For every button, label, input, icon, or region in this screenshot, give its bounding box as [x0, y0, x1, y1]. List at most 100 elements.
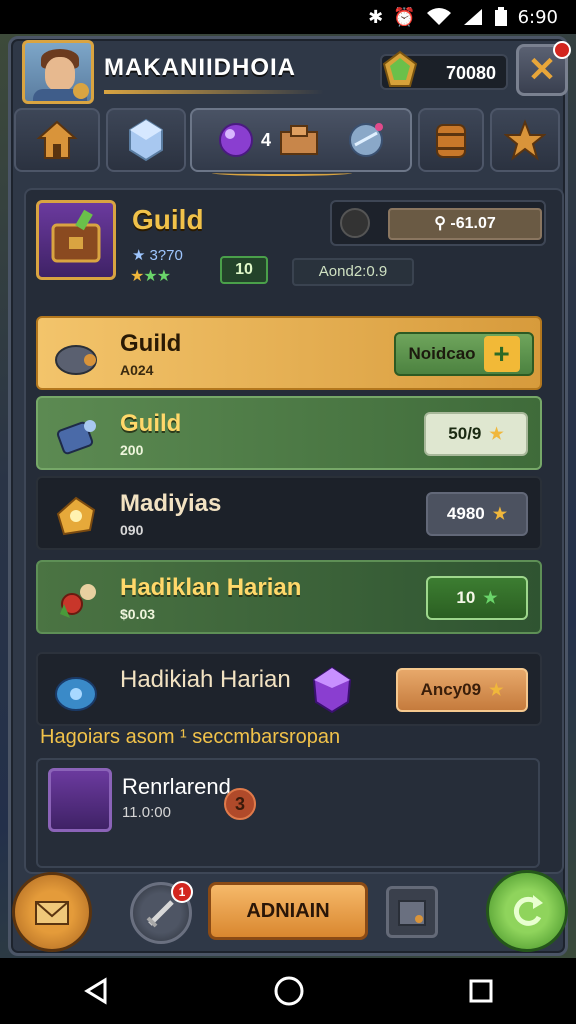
reward-title: Renrlarend — [122, 774, 231, 799]
plus-icon: + — [483, 336, 520, 372]
star-icon: ★ — [130, 268, 144, 285]
star-icon: ★ — [156, 268, 171, 285]
alarm-icon: ⏰ — [393, 6, 416, 28]
row-action-label: 10 — [456, 588, 476, 607]
list-item[interactable]: Hadikiah Harian Ancy09 ★ — [36, 652, 542, 726]
quest-button[interactable] — [12, 872, 92, 952]
amethyst-icon — [312, 666, 352, 714]
reward-card[interactable]: Renrlarend 11.0:00 3 — [36, 758, 540, 868]
cannon-icon — [55, 345, 97, 375]
player-avatar[interactable] — [22, 40, 94, 104]
bag-icon — [398, 900, 426, 926]
list-item[interactable]: Guild 200 50/9 ★ — [36, 396, 542, 470]
star-icon: ★ — [489, 682, 504, 699]
android-nav-bar — [0, 958, 576, 1024]
blue-orb-icon — [55, 677, 97, 711]
guild-sub-info: Aond2:0.9 — [292, 258, 414, 286]
player-name: MAKANIIDHOIA — [104, 54, 296, 81]
crystal-icon — [129, 118, 163, 162]
header: MAKANIIDHOIA 70080 ✕ — [12, 36, 571, 104]
reward-badge: 3 — [224, 788, 256, 820]
rose-bouquet-icon — [60, 584, 96, 618]
guild-timer-bar[interactable]: ⚲ -61.07 — [388, 208, 542, 240]
row-title: Guild — [120, 330, 182, 357]
row-sub: $0.03 — [120, 606, 156, 622]
reward-sub: 11.0:00 — [122, 804, 171, 821]
guild-timer-value: -61.07 — [450, 215, 496, 232]
section-label: Hagoiars asom ¹ seccmbarsropan — [40, 726, 341, 748]
signal-icon — [463, 9, 482, 25]
star-icon — [504, 119, 546, 161]
wifi-icon — [426, 8, 451, 25]
row-action-label: Ancy09 — [420, 680, 482, 699]
envelope-icon — [35, 901, 69, 925]
recents-icon[interactable] — [467, 977, 495, 1005]
back-icon[interactable] — [81, 976, 111, 1006]
tab-item-count: 4 — [260, 129, 271, 150]
active-tab-indicator — [212, 170, 352, 176]
clock-icon — [340, 208, 370, 238]
main-action-button[interactable]: ADNIAIN — [208, 882, 368, 940]
guild-title: Guild — [132, 204, 204, 235]
tab-crystal[interactable] — [106, 108, 186, 172]
blue-cannon-icon — [56, 420, 96, 455]
star-icon: ★ — [143, 268, 157, 285]
tab-bar: 4 — [12, 106, 564, 178]
list-item[interactable]: Hadiklan Harian $0.03 10 ★ — [36, 560, 542, 634]
barrel-icon — [436, 124, 466, 158]
guild-level-badge: 10 — [220, 256, 268, 284]
blue-star-icon: ★ — [132, 247, 146, 264]
row-action-button[interactable]: 4980 ★ — [426, 492, 528, 536]
guild-header: Guild ★ 3?70 ★★★ 10 ⚲ -61.07 Aond2:0.9 — [30, 196, 556, 294]
tab-barrel[interactable] — [418, 108, 484, 172]
inventory-button[interactable] — [386, 886, 438, 938]
star-icon: ★ — [483, 590, 498, 607]
green-gem-icon — [382, 50, 418, 87]
avatar-badge-icon — [73, 83, 89, 99]
bluetooth-icon: ✱ — [368, 6, 384, 28]
row-action-label: 50/9 — [448, 424, 482, 443]
star-icon: ★ — [489, 426, 504, 443]
gold-ticket-icon — [56, 496, 96, 536]
battle-button[interactable]: 1 — [130, 881, 193, 944]
close-notification-dot — [553, 41, 571, 59]
guild-emblem[interactable] — [36, 200, 116, 280]
home-nav-icon[interactable] — [273, 975, 305, 1007]
row-title: Guild — [120, 410, 182, 437]
torch-icon: ⚲ — [434, 215, 446, 232]
battery-icon — [494, 7, 507, 26]
star-icon: ★ — [492, 506, 508, 523]
tab-star[interactable] — [490, 108, 560, 172]
currency-value: 70080 — [445, 63, 496, 83]
refresh-button[interactable] — [486, 870, 568, 952]
row-action-label: Noidcao — [408, 344, 476, 363]
list-item[interactable]: Madiyias 090 4980 ★ — [36, 476, 542, 550]
list-item[interactable]: Guild A024 Noidcao + — [36, 316, 542, 390]
home-icon — [36, 120, 78, 159]
sword-icon — [146, 900, 174, 928]
status-bar: ✱ ⏰ 6:90 — [0, 0, 576, 34]
row-title: Madiyias — [120, 490, 222, 517]
tab-home[interactable] — [14, 108, 100, 172]
row-action-button[interactable]: Noidcao + — [394, 332, 534, 376]
close-button[interactable]: ✕ — [516, 41, 571, 96]
row-action-button[interactable]: 50/9 ★ — [424, 412, 528, 456]
reward-chest-icon — [48, 768, 112, 832]
guild-stars: ★★★ — [130, 266, 171, 286]
refresh-icon — [513, 895, 543, 926]
tab-items[interactable]: 4 — [190, 108, 412, 176]
guild-chest-icon — [51, 209, 101, 263]
guild-timer-box: ⚲ -61.07 — [330, 200, 546, 246]
currency-display[interactable]: 70080 — [380, 50, 508, 90]
purple-orb-icon — [218, 123, 253, 157]
crate-icon — [280, 125, 318, 155]
guild-rating: ★ 3?70 — [132, 246, 183, 265]
row-action-button[interactable]: Ancy09 ★ — [396, 668, 528, 712]
name-underline — [104, 90, 324, 94]
row-sub: A024 — [120, 362, 154, 378]
notification-badge: 1 — [171, 881, 193, 903]
guild-rating-value: 3?70 — [149, 246, 183, 264]
row-title: Hadikiah Harian — [120, 666, 291, 693]
status-time: 6:90 — [517, 6, 558, 28]
row-action-button[interactable]: 10 ★ — [426, 576, 528, 620]
